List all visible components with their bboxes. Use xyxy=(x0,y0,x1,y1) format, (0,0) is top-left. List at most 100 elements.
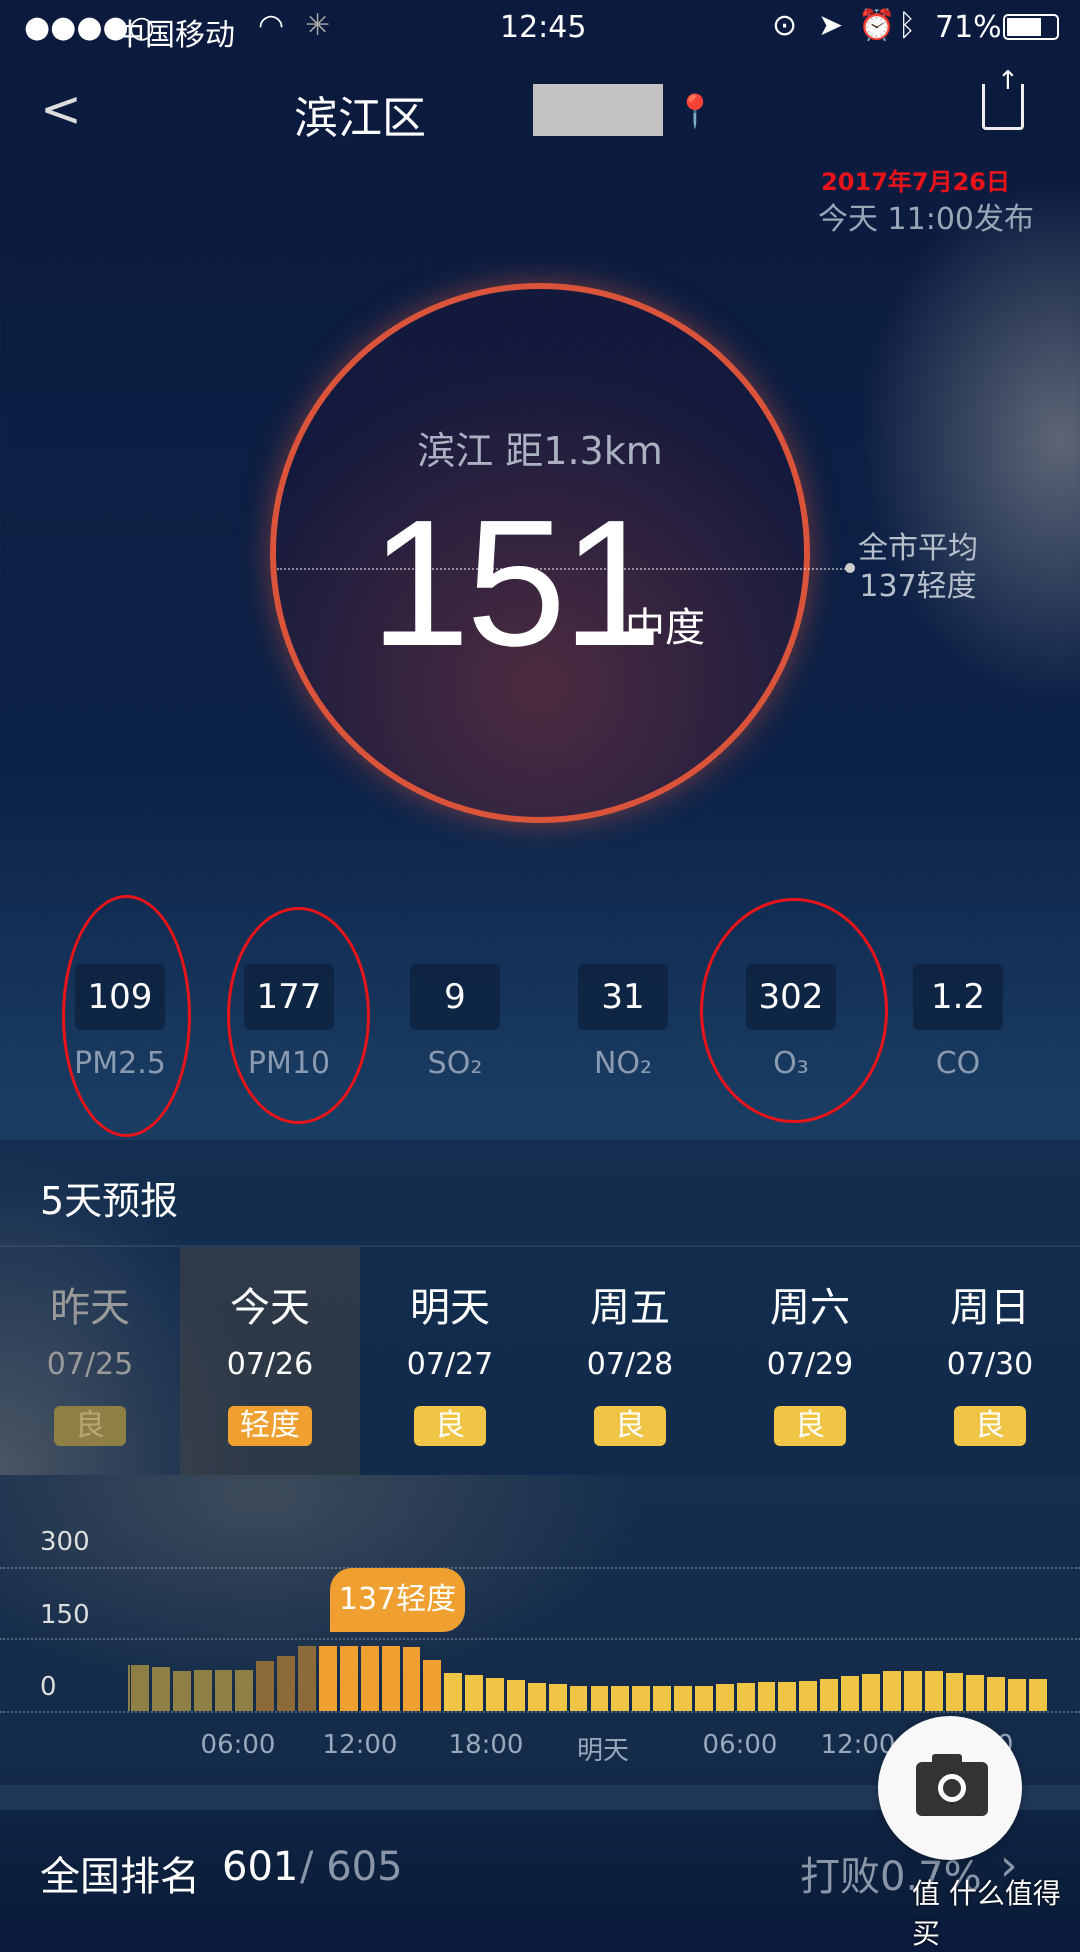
chart-bar[interactable] xyxy=(590,1686,609,1711)
chart-bar[interactable] xyxy=(903,1670,922,1711)
chart-bar[interactable] xyxy=(653,1685,672,1711)
date-annotation: 2017年7月26日 xyxy=(821,168,1010,196)
day-name: 今天 xyxy=(230,1285,310,1331)
avg-dot xyxy=(845,563,855,573)
chart-bar[interactable] xyxy=(757,1682,776,1711)
aqi-level-badge: 良 xyxy=(954,1406,1026,1446)
share-icon: ↑ xyxy=(997,66,1019,96)
location-pin-icon[interactable]: 📍 xyxy=(675,92,715,130)
chart-bar[interactable] xyxy=(360,1645,379,1711)
chart-bar[interactable] xyxy=(256,1661,275,1711)
chart-bar[interactable] xyxy=(277,1655,296,1711)
bluetooth-icon: ᛒ xyxy=(898,8,916,43)
ranking-total: / 605 xyxy=(300,1844,403,1890)
chart-bar[interactable] xyxy=(486,1677,504,1711)
chart-tooltip: 137轻度 xyxy=(330,1568,465,1632)
page-title: 滨江区 xyxy=(294,93,426,144)
forecast-day[interactable]: 昨天 07/25 良 xyxy=(0,1245,180,1475)
chart-bar[interactable] xyxy=(402,1647,421,1711)
y-tick-label: 150 xyxy=(40,1600,90,1630)
chart-bar[interactable] xyxy=(423,1659,442,1711)
redacted-block xyxy=(533,84,663,136)
chart-bar[interactable] xyxy=(820,1678,839,1711)
chart-bar[interactable] xyxy=(298,1645,316,1711)
aqi-value: 151 xyxy=(370,483,662,684)
chart-bar[interactable] xyxy=(632,1685,651,1711)
chart-bar[interactable] xyxy=(799,1680,818,1711)
chart-bar[interactable] xyxy=(987,1676,1006,1711)
chart-bar[interactable] xyxy=(381,1645,400,1711)
day-date: 07/26 xyxy=(226,1347,314,1382)
aqi-level-badge: 良 xyxy=(414,1406,486,1446)
city-average-label: 全市平均 xyxy=(858,531,978,566)
chart-bar[interactable] xyxy=(548,1684,567,1711)
annotation-ellipse xyxy=(700,898,888,1123)
pollutant-no2[interactable]: 31 NO₂ xyxy=(533,964,713,1081)
chart-bar[interactable] xyxy=(465,1674,484,1711)
forecast-day[interactable]: 周五 07/28 良 xyxy=(540,1245,720,1475)
gridline-150 xyxy=(0,1638,1080,1640)
publish-time: 今天 11:00发布 xyxy=(818,202,1034,237)
wifi-icon: ◠ xyxy=(258,8,285,43)
annotation-ellipse xyxy=(62,895,191,1137)
pollutant-so2[interactable]: 9 SO₂ xyxy=(365,964,545,1081)
chart-bar[interactable] xyxy=(611,1685,630,1711)
day-name: 周六 xyxy=(770,1285,850,1331)
chart-bar[interactable] xyxy=(235,1670,254,1711)
chart-bar[interactable] xyxy=(924,1671,943,1711)
chart-bar[interactable] xyxy=(674,1685,692,1711)
camera-button[interactable] xyxy=(878,1716,1022,1860)
chart-bar[interactable] xyxy=(339,1645,358,1711)
chart-bar[interactable] xyxy=(694,1685,713,1711)
chart-bar[interactable] xyxy=(527,1682,546,1711)
chart-bar[interactable] xyxy=(862,1673,880,1711)
chart-bar[interactable] xyxy=(945,1672,964,1711)
pollutant-label: CO xyxy=(935,1046,981,1081)
chart-bar[interactable] xyxy=(778,1681,797,1711)
chart-bar[interactable] xyxy=(214,1670,233,1711)
pollutant-label: NO₂ xyxy=(593,1046,653,1081)
forecast-day[interactable]: 周日 07/30 良 xyxy=(900,1245,1080,1475)
carrier: 中国移动 xyxy=(115,18,235,53)
day-date: 07/29 xyxy=(766,1347,854,1382)
x-tick-label: 06:00 xyxy=(702,1730,778,1760)
chart-bar[interactable] xyxy=(1029,1679,1047,1711)
station-distance: 滨江 距1.3km xyxy=(417,429,663,473)
chart-bar[interactable] xyxy=(882,1671,901,1711)
chart-bar[interactable] xyxy=(715,1684,734,1711)
day-name: 周五 xyxy=(590,1285,670,1331)
forecast-title: 5天预报 xyxy=(40,1179,179,1223)
gridline-0 xyxy=(0,1711,1080,1713)
chart-bar[interactable] xyxy=(151,1666,170,1711)
forecast-day[interactable]: 今天 07/26 轻度 xyxy=(180,1245,360,1475)
pollutant-co[interactable]: 1.2 CO xyxy=(868,964,1048,1081)
x-tick-label: 明天 xyxy=(576,1736,630,1766)
location-arrow-icon: ➤ xyxy=(818,8,844,43)
chart-bar[interactable] xyxy=(736,1682,755,1711)
chart-bar[interactable] xyxy=(841,1676,859,1711)
chart-bar[interactable] xyxy=(569,1686,588,1711)
x-tick-label: 12:00 xyxy=(322,1730,398,1760)
aqi-level-badge: 良 xyxy=(774,1406,846,1446)
chart-bar[interactable] xyxy=(1008,1678,1027,1711)
chart-bar[interactable] xyxy=(966,1674,985,1711)
forecast-day[interactable]: 明天 07/27 良 xyxy=(360,1245,540,1475)
day-name: 明天 xyxy=(410,1285,490,1331)
y-tick-label: 300 xyxy=(40,1527,90,1557)
chart-bar[interactable] xyxy=(131,1664,149,1711)
chart-bar[interactable] xyxy=(506,1680,525,1711)
pollutant-value: 1.2 xyxy=(913,964,1003,1030)
share-button[interactable]: ↑ xyxy=(982,66,1024,130)
chart-bar[interactable] xyxy=(172,1670,191,1711)
day-name: 周日 xyxy=(950,1285,1030,1331)
loading-icon: ✳ xyxy=(305,8,331,43)
forecast-day[interactable]: 周六 07/29 良 xyxy=(720,1245,900,1475)
status-bar: ●●●●○ 中国移动 ◠ ✳ 12:45 ⊙ ➤ ⏰ ᛒ 71% xyxy=(0,0,1080,60)
chart-bar[interactable] xyxy=(444,1672,463,1711)
chart-bar[interactable] xyxy=(318,1645,337,1711)
ranking-value: 601 xyxy=(222,1844,299,1890)
camera-icon xyxy=(916,1754,988,1816)
city-average-value: 137轻度 xyxy=(859,569,977,604)
chart-bar[interactable] xyxy=(193,1670,212,1711)
rotation-lock-icon: ⊙ xyxy=(772,8,798,43)
